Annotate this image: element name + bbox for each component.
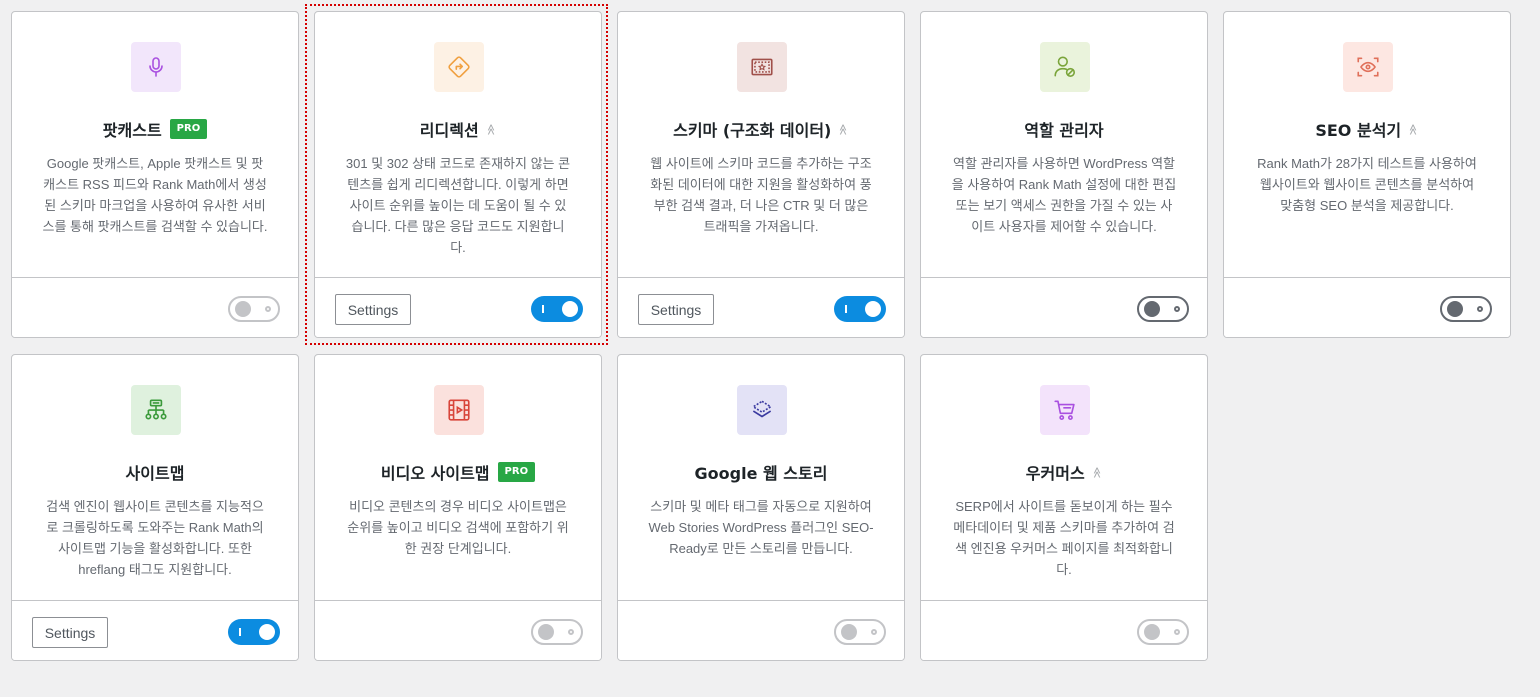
module-toggle[interactable]	[531, 296, 583, 322]
module-card-podcast: 팟캐스트 PRO Google 팟캐스트, Apple 팟캐스트 및 팟캐스트 …	[11, 11, 299, 338]
module-description: 웹 사이트에 스키마 코드를 추가하는 구조화된 데이터에 대한 지원을 활성화…	[650, 156, 872, 234]
module-card-web-stories: Google 웹 스토리 스키마 및 메타 태그를 자동으로 지원하여 Web …	[617, 354, 905, 661]
title-row: 비디오 사이트맵 PRO	[315, 460, 601, 484]
toggle-knob	[562, 301, 578, 317]
certificate-icon-box	[737, 42, 787, 92]
settings-button[interactable]: Settings	[335, 294, 411, 325]
toggle-knob	[1144, 301, 1160, 317]
module-description: 스키마 및 메타 태그를 자동으로 지원하여 Web Stories WordP…	[648, 499, 874, 556]
module-description: 검색 엔진이 웹사이트 콘텐츠를 지능적으로 크롤링하도록 도와주는 Rank …	[46, 499, 264, 577]
module-title: Google 웹 스토리	[694, 464, 828, 483]
module-toggle[interactable]	[1440, 296, 1492, 322]
advanced-mode-icon: ≫	[1089, 466, 1103, 478]
card-footer: Settings	[315, 277, 601, 337]
pro-badge: PRO	[497, 462, 536, 482]
film-icon	[448, 399, 470, 421]
module-card-role-manager: 역할 관리자 역할 관리자를 사용하면 WordPress 역할을 사용하여 R…	[920, 11, 1208, 338]
module-card-video-sitemap: 비디오 사이트맵 PRO 비디오 콘텐츠의 경우 비디오 사이트맵은 순위를 높…	[314, 354, 602, 661]
layers-icon	[752, 400, 772, 418]
module-toggle[interactable]	[834, 619, 886, 645]
microphone-icon-box	[131, 42, 181, 92]
user-role-icon-box	[1040, 42, 1090, 92]
toggle-knob	[538, 624, 554, 640]
film-icon-box	[434, 385, 484, 435]
module-card-woocommerce: 우커머스 ≫ SERP에서 사이트를 돋보이게 하는 필수 메타데이터 및 제품…	[920, 354, 1208, 661]
module-card-sitemap: 사이트맵 검색 엔진이 웹사이트 콘텐츠를 지능적으로 크롤링하도록 도와주는 …	[11, 354, 299, 661]
toggle-off-mark	[265, 306, 271, 312]
microphone-icon	[149, 57, 163, 77]
module-title: 역할 관리자	[1024, 121, 1104, 140]
toggle-off-mark	[1174, 629, 1180, 635]
title-row: Google 웹 스토리	[618, 460, 904, 484]
advanced-mode-icon: ≫	[1406, 123, 1420, 135]
title-row: 스키마 (구조화 데이터) ≫	[618, 117, 904, 141]
sitemap-icon-box	[131, 385, 181, 435]
module-title: 팟캐스트	[102, 121, 162, 140]
card-footer: Settings	[12, 600, 298, 660]
module-description: 비디오 콘텐츠의 경우 비디오 사이트맵은 순위를 높이고 비디오 검색에 포함…	[347, 499, 569, 556]
toggle-off-mark	[1174, 306, 1180, 312]
module-toggle[interactable]	[1137, 296, 1189, 322]
module-card-schema: 스키마 (구조화 데이터) ≫ 웹 사이트에 스키마 코드를 추가하는 구조화된…	[617, 11, 905, 338]
card-footer: Settings	[618, 277, 904, 337]
settings-button[interactable]: Settings	[32, 617, 108, 648]
pro-badge: PRO	[169, 119, 208, 139]
toggle-knob	[1144, 624, 1160, 640]
eye-scan-icon	[1357, 57, 1379, 77]
card-footer	[921, 277, 1207, 337]
toggle-knob	[1447, 301, 1463, 317]
toggle-on-mark	[542, 305, 544, 313]
toggle-knob	[841, 624, 857, 640]
card-footer	[12, 277, 298, 337]
toggle-knob	[235, 301, 251, 317]
title-row: 사이트맵	[12, 460, 298, 484]
module-description: 301 및 302 상태 코드로 존재하지 않는 콘텐츠를 쉽게 리디렉션합니다…	[345, 156, 571, 255]
title-row: 역할 관리자	[921, 117, 1207, 141]
advanced-mode-icon: ≫	[483, 123, 497, 135]
toggle-off-mark	[568, 629, 574, 635]
module-title: 리디렉션	[419, 121, 479, 140]
module-title: SEO 분석기	[1315, 121, 1402, 140]
module-toggle[interactable]	[531, 619, 583, 645]
module-description: Rank Math가 28가지 테스트를 사용하여 웹사이트와 웹사이트 콘텐츠…	[1257, 156, 1477, 213]
module-title: 사이트맵	[125, 464, 185, 483]
certificate-icon	[751, 58, 773, 76]
settings-button[interactable]: Settings	[638, 294, 714, 325]
redirect-arrow-icon	[448, 56, 470, 78]
card-footer	[315, 600, 601, 660]
module-toggle[interactable]	[228, 619, 280, 645]
cart-icon-box	[1040, 385, 1090, 435]
sitemap-icon	[145, 399, 167, 420]
module-title: 우커머스	[1025, 464, 1085, 483]
toggle-off-mark	[871, 629, 877, 635]
toggle-knob	[865, 301, 881, 317]
card-footer	[618, 600, 904, 660]
module-title: 비디오 사이트맵	[380, 464, 490, 483]
advanced-mode-icon: ≫	[836, 123, 850, 135]
layers-icon-box	[737, 385, 787, 435]
module-toggle[interactable]	[228, 296, 280, 322]
toggle-on-mark	[239, 628, 241, 636]
module-description: Google 팟캐스트, Apple 팟캐스트 및 팟캐스트 RSS 피드와 R…	[42, 156, 268, 234]
module-card-seo-analysis: SEO 분석기 ≫ Rank Math가 28가지 테스트를 사용하여 웹사이트…	[1223, 11, 1511, 338]
title-row: 팟캐스트 PRO	[12, 117, 298, 141]
module-description: 역할 관리자를 사용하면 WordPress 역할을 사용하여 Rank Mat…	[951, 156, 1177, 234]
module-card-redirection: 리디렉션 ≫ 301 및 302 상태 코드로 존재하지 않는 콘텐츠를 쉽게 …	[314, 11, 602, 338]
toggle-on-mark	[845, 305, 847, 313]
toggle-knob	[259, 624, 275, 640]
redirect-arrow-icon-box	[434, 42, 484, 92]
title-row: SEO 분석기 ≫	[1224, 117, 1510, 141]
user-role-icon	[1054, 56, 1076, 78]
module-description: SERP에서 사이트를 돋보이게 하는 필수 메타데이터 및 제품 스키마를 추…	[953, 499, 1175, 577]
module-toggle[interactable]	[1137, 619, 1189, 645]
module-title: 스키마 (구조화 데이터)	[673, 121, 832, 140]
module-toggle[interactable]	[834, 296, 886, 322]
cart-icon	[1054, 400, 1075, 421]
eye-scan-icon-box	[1343, 42, 1393, 92]
title-row: 리디렉션 ≫	[315, 117, 601, 141]
card-footer	[921, 600, 1207, 660]
toggle-off-mark	[1477, 306, 1483, 312]
title-row: 우커머스 ≫	[921, 460, 1207, 484]
card-footer	[1224, 277, 1510, 337]
